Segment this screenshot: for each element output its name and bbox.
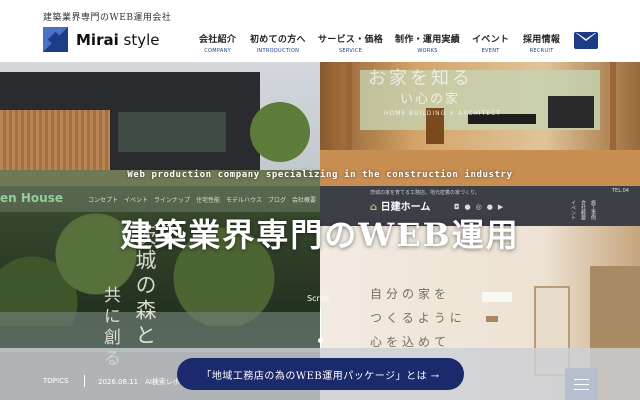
sample-site-nav: コンセプト イベント ラインナップ 住宅性能 モデルハウス ブログ 会社概要	[88, 197, 317, 204]
nav-label: 初めての方へ	[250, 35, 306, 45]
nav-label: イベント	[472, 35, 510, 45]
interior-overlay-text: お家を知る	[368, 68, 473, 89]
nav-sublabel: SERVICE	[338, 48, 363, 54]
nav-works[interactable]: 制作・運用実績 WORKS	[395, 32, 460, 54]
scroll-indicator-dot	[318, 338, 323, 343]
hero-image-interior: お家を知る い心の家 HOME BUILDING × ARCHITECT	[320, 62, 640, 186]
topics-label: TOPICS	[43, 377, 69, 385]
nav-service[interactable]: サービス・価格 SERVICE	[318, 32, 383, 54]
nav-sublabel: INTRODUCTION	[256, 48, 300, 54]
nav-sublabel: WORKS	[417, 48, 438, 54]
topics-item-link[interactable]: 2026.08.11 AI検索レポ	[98, 377, 180, 387]
sample-site-topline: 茨城の家を育てる工務店。地元密着の家づくり。	[370, 190, 480, 196]
sample-site-brand: en House	[0, 191, 63, 205]
package-cta-button[interactable]: 「地域工務店の為のWEB運用パッケージ」とは →	[177, 358, 464, 390]
mail-icon[interactable]	[574, 32, 598, 49]
site-tagline: 建築業界専門のWEB運用会社	[43, 13, 172, 23]
interior-overlay-text-3: HOME BUILDING × ARCHITECT	[384, 110, 501, 117]
hero-subtitle: Web production company specializing in t…	[127, 170, 513, 180]
nav-recruit[interactable]: 採用情報 RECRUIT	[523, 32, 560, 54]
hero-title: 建築業界専門のWEB運用	[120, 216, 520, 254]
nav-introduction[interactable]: 初めての方へ INTRODUCTION	[250, 32, 306, 54]
interior-overlay-text-2: い心の家	[400, 92, 461, 107]
nav-sublabel: RECRUIT	[529, 48, 554, 54]
nav-sublabel: EVENT	[481, 48, 500, 54]
nav-label: 会社紹介	[199, 35, 237, 45]
nav-sublabel: COMPANY	[204, 48, 231, 54]
hamburger-menu-icon[interactable]	[565, 368, 598, 400]
topics-divider	[84, 375, 85, 387]
nav-label: サービス・価格	[318, 35, 384, 45]
sample-site-copy: 自分の家を つくるように 心を込めて	[370, 287, 466, 349]
hero-section: お家を知る い心の家 HOME BUILDING × ARCHITECT en …	[0, 62, 640, 400]
site-logo[interactable]: Mirai style	[43, 27, 159, 52]
logo-text: Mirai style	[76, 30, 160, 49]
nav-event[interactable]: イベント EVENT	[472, 32, 509, 54]
hero-image-exterior	[0, 62, 320, 186]
logo-mark-icon	[43, 27, 68, 52]
nav-label: 採用情報	[523, 35, 561, 45]
scroll-label: Scroll	[307, 294, 329, 303]
nav-company[interactable]: 会社紹介 COMPANY	[199, 32, 236, 54]
sample-site-tel: TEL.04	[612, 188, 629, 194]
site-header: 建築業界専門のWEB運用会社 Mirai style 会社紹介 COMPANY …	[0, 0, 640, 62]
nav-label: 制作・運用実績	[395, 35, 461, 45]
